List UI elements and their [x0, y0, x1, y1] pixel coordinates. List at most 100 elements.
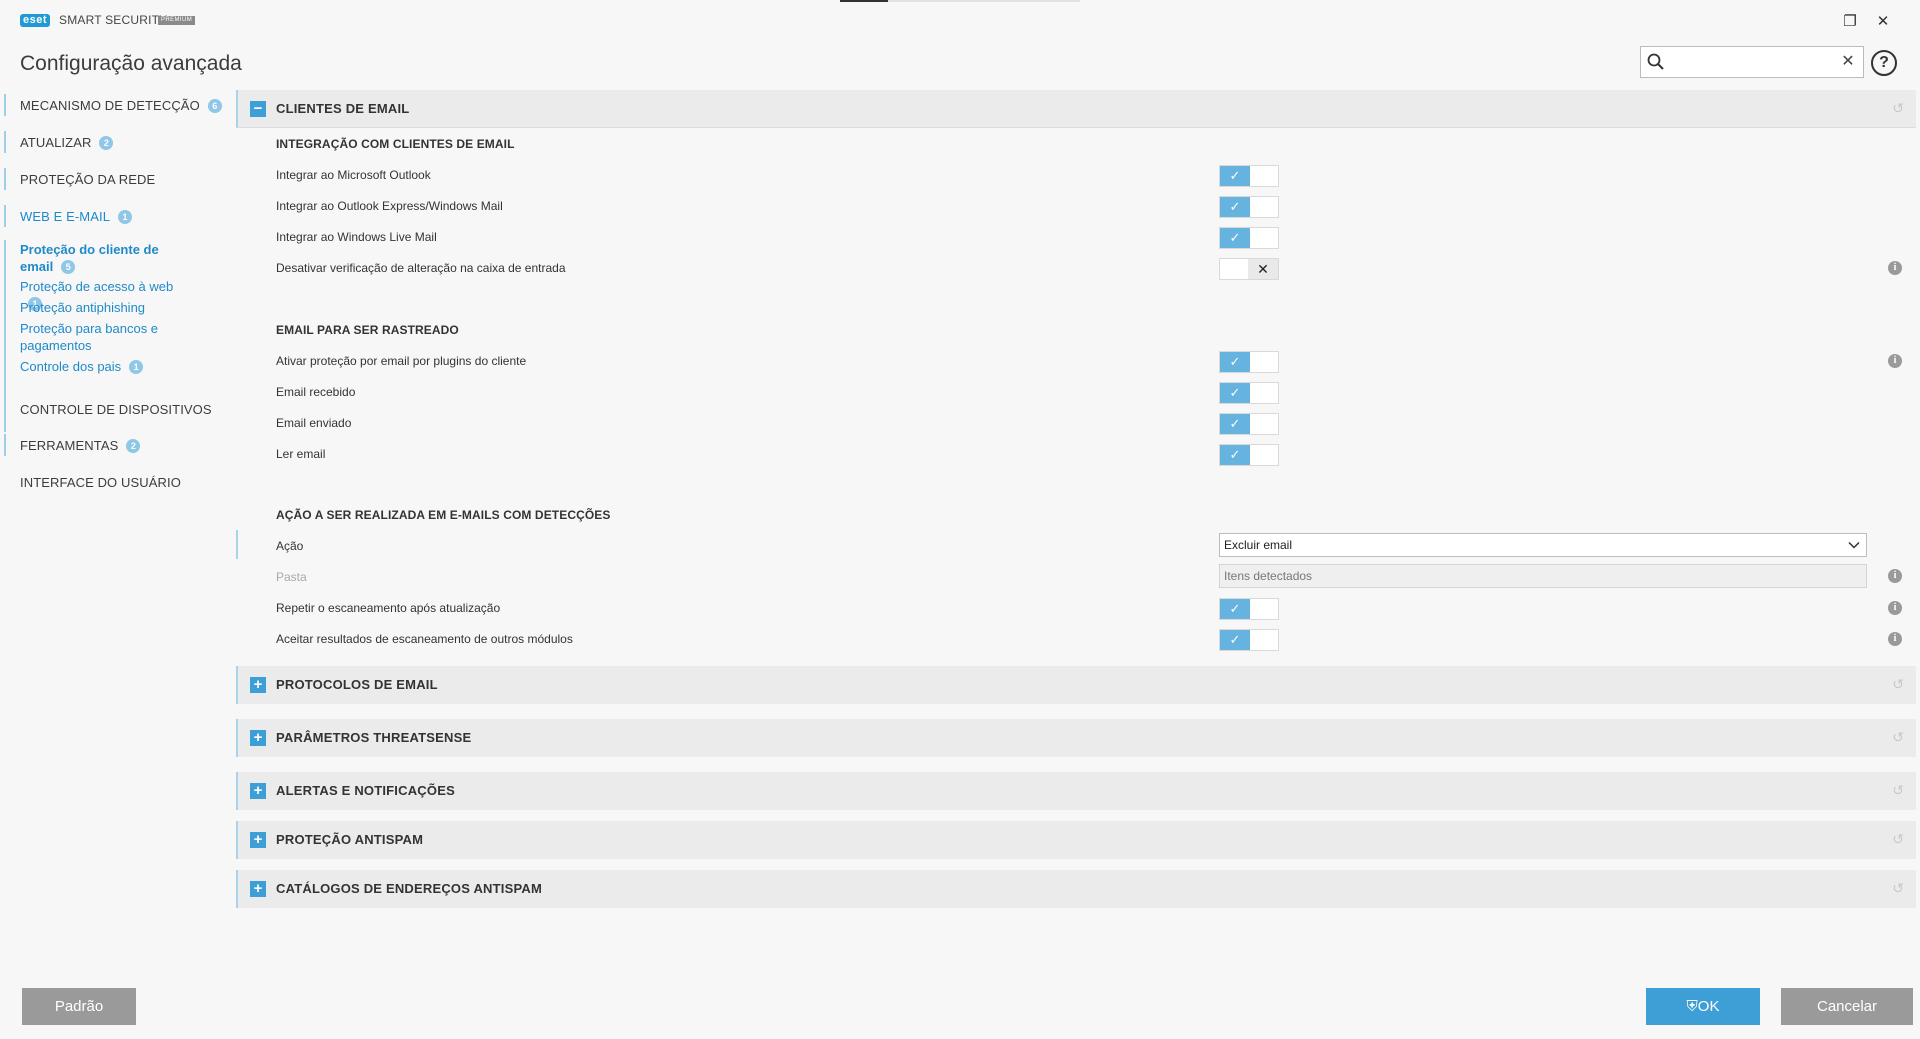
- setting-label: Integrar ao Microsoft Outlook: [276, 168, 431, 182]
- setting-label: Integrar ao Windows Live Mail: [276, 230, 437, 244]
- sidebar-subitem-parental-control[interactable]: Controle dos pais 1: [20, 358, 190, 375]
- sidebar-item-tools[interactable]: FERRAMENTAS 2: [20, 438, 141, 453]
- toggle-integrate-outlook-express[interactable]: ✓: [1219, 196, 1279, 218]
- section-header-email-protocols[interactable]: + PROTOCOLOS DE EMAIL ↺: [236, 666, 1916, 704]
- clear-search-icon[interactable]: ✕: [1839, 51, 1857, 73]
- revert-icon[interactable]: ↺: [1892, 880, 1904, 897]
- setting-label: Ação: [276, 539, 304, 553]
- sidebar-accent: [4, 205, 6, 227]
- plus-icon[interactable]: +: [250, 832, 266, 848]
- toggle-integrate-outlook[interactable]: ✓: [1219, 165, 1279, 187]
- group-title: EMAIL PARA SER RASTREADO: [276, 323, 459, 337]
- search-box[interactable]: ✕: [1640, 46, 1864, 78]
- setting-label: Ativar proteção por email por plugins do…: [276, 354, 527, 368]
- sidebar-item-label: MECANISMO DE DETECÇÃO: [20, 98, 200, 113]
- check-icon: ✓: [1220, 228, 1250, 248]
- check-icon: ✓: [1220, 166, 1250, 186]
- sidebar-item-user-interface[interactable]: INTERFACE DO USUÁRIO: [20, 475, 181, 490]
- sidebar-count-badge: 6: [207, 99, 222, 113]
- section-header-antispam-address-books[interactable]: + CATÁLOGOS DE ENDEREÇOS ANTISPAM ↺: [236, 870, 1916, 908]
- sidebar-item-network-protection[interactable]: PROTEÇÃO DA REDE: [20, 172, 155, 187]
- sidebar-item-label: PROTEÇÃO DA REDE: [20, 172, 156, 187]
- check-icon: ✓: [1220, 630, 1250, 650]
- sidebar-subitem-antiphishing[interactable]: Proteção antiphishing: [20, 299, 190, 316]
- info-icon[interactable]: i: [1888, 601, 1902, 615]
- sidebar-subitem-email-client-protection[interactable]: Proteção do cliente de email 5: [20, 241, 190, 275]
- toggle-integrate-live-mail[interactable]: ✓: [1219, 227, 1279, 249]
- help-icon[interactable]: ?: [1871, 50, 1897, 76]
- sidebar-subitem-label: Controle dos pais: [20, 359, 122, 374]
- restore-icon[interactable]: ❐: [1838, 10, 1862, 34]
- sidebar-accent: [4, 434, 6, 456]
- plus-icon[interactable]: +: [250, 881, 266, 897]
- section-header-antispam[interactable]: + PROTEÇÃO ANTISPAM ↺: [236, 821, 1916, 859]
- sidebar-item-web-email[interactable]: WEB E E-MAIL 1: [20, 209, 133, 224]
- sidebar-item-detection-engine[interactable]: MECANISMO DE DETECÇÃO 6: [20, 98, 222, 113]
- toggle-read-email[interactable]: ✓: [1219, 444, 1279, 466]
- plus-icon[interactable]: +: [250, 783, 266, 799]
- cancel-button[interactable]: Cancelar: [1781, 988, 1913, 1025]
- setting-label: Email enviado: [276, 416, 352, 430]
- section-header-alerts[interactable]: + ALERTAS E NOTIFICAÇÕES ↺: [236, 772, 1916, 810]
- info-icon[interactable]: i: [1888, 569, 1902, 583]
- toggle-disable-inbox-check[interactable]: ✕: [1219, 258, 1279, 280]
- info-icon[interactable]: i: [1888, 261, 1902, 275]
- toggle-email-received[interactable]: ✓: [1219, 382, 1279, 404]
- sidebar-accent: [4, 168, 6, 190]
- revert-icon[interactable]: ↺: [1892, 676, 1904, 693]
- sidebar-subitem-banking-protection[interactable]: Proteção para bancos e pagamentos: [20, 320, 190, 354]
- setting-label: Pasta: [276, 570, 307, 584]
- section-title: CATÁLOGOS DE ENDEREÇOS ANTISPAM: [276, 881, 542, 896]
- default-button[interactable]: Padrão: [22, 988, 136, 1025]
- section-title: ALERTAS E NOTIFICAÇÕES: [276, 783, 455, 798]
- product-name: SMART SECURITY: [59, 13, 168, 27]
- toggle-accept-other-modules[interactable]: ✓: [1219, 629, 1279, 651]
- toggle-email-sent[interactable]: ✓: [1219, 413, 1279, 435]
- sidebar-subitem-label: Proteção do cliente de email: [20, 242, 159, 274]
- check-icon: ✓: [1220, 445, 1250, 465]
- setting-label: Ler email: [276, 447, 326, 461]
- check-icon: ✓: [1220, 414, 1250, 434]
- sidebar-subitem-label: Proteção antiphishing: [20, 300, 146, 315]
- plus-icon[interactable]: +: [250, 730, 266, 746]
- sidebar-accent: [4, 131, 6, 153]
- toggle-plugin-protection[interactable]: ✓: [1219, 351, 1279, 373]
- search-icon: [1647, 53, 1664, 70]
- info-icon[interactable]: i: [1888, 354, 1902, 368]
- revert-icon[interactable]: ↺: [1892, 831, 1904, 848]
- section-header-threatsense[interactable]: + PARÂMETROS THREATSENSE ↺: [236, 719, 1916, 757]
- action-select[interactable]: Excluir email: [1219, 533, 1867, 557]
- sidebar-item-device-control[interactable]: CONTROLE DE DISPOSITIVOS: [20, 402, 212, 417]
- section-header-email-clients[interactable]: − CLIENTES DE EMAIL ↺: [236, 90, 1916, 128]
- sidebar-item-update[interactable]: ATUALIZAR 2: [20, 135, 114, 150]
- sidebar-item-label: INTERFACE DO USUÁRIO: [20, 475, 181, 490]
- setting-label: Aceitar resultados de escaneamento de ou…: [276, 632, 573, 646]
- select-value: Excluir email: [1224, 538, 1293, 552]
- sidebar-accent: [4, 240, 6, 432]
- revert-icon[interactable]: ↺: [1892, 782, 1904, 799]
- field-value: Itens detectados: [1224, 569, 1313, 583]
- section-title: PROTOCOLOS DE EMAIL: [276, 677, 438, 692]
- revert-icon[interactable]: ↺: [1892, 729, 1904, 746]
- section-title: CLIENTES DE EMAIL: [276, 101, 410, 116]
- modified-indicator: [236, 530, 238, 559]
- setting-label: Email recebido: [276, 385, 356, 399]
- search-input[interactable]: [1671, 51, 1831, 73]
- check-icon: ✓: [1220, 383, 1250, 403]
- chevron-down-icon: [1848, 541, 1860, 549]
- toggle-rescan-after-update[interactable]: ✓: [1219, 598, 1279, 620]
- minus-icon[interactable]: −: [250, 101, 266, 117]
- group-title: INTEGRAÇÃO COM CLIENTES DE EMAIL: [276, 137, 515, 151]
- plus-icon[interactable]: +: [250, 677, 266, 693]
- info-icon[interactable]: i: [1888, 632, 1902, 646]
- section-title: PARÂMETROS THREATSENSE: [276, 730, 472, 745]
- close-window-icon[interactable]: ✕: [1871, 10, 1895, 34]
- sidebar-count-badge: 2: [126, 439, 141, 453]
- setting-label: Repetir o escaneamento após atualização: [276, 601, 501, 615]
- revert-icon[interactable]: ↺: [1892, 100, 1904, 117]
- sidebar-item-label: ATUALIZAR: [20, 135, 92, 150]
- sidebar-item-label: CONTROLE DE DISPOSITIVOS: [20, 402, 212, 417]
- sidebar-count-badge: 1: [129, 360, 144, 374]
- sidebar-count-badge: 1: [118, 210, 133, 224]
- ok-button[interactable]: ⛨OK: [1646, 988, 1760, 1025]
